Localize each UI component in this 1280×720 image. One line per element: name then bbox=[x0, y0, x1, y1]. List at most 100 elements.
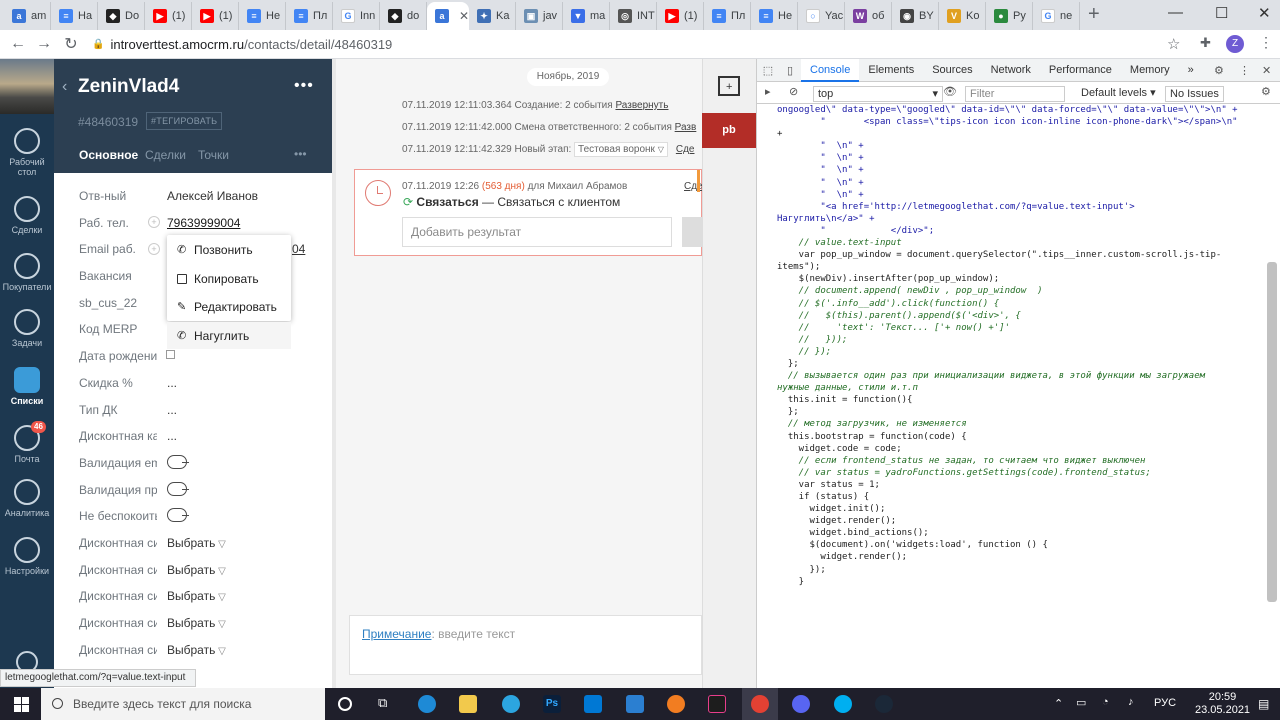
clear-console-icon[interactable]: ⊘ bbox=[789, 85, 798, 98]
devtools-tab-console[interactable]: Console bbox=[801, 58, 860, 82]
skype-icon[interactable] bbox=[834, 695, 852, 713]
phpstorm-icon[interactable] bbox=[708, 695, 726, 713]
steam-icon[interactable] bbox=[875, 695, 893, 713]
device-toggle-icon[interactable]: ▯ bbox=[779, 64, 801, 77]
expand-link[interactable]: Разв bbox=[675, 122, 697, 133]
sidebar-toggle-icon[interactable]: ▸ bbox=[765, 85, 771, 98]
browser-menu-icon[interactable]: ⋮ bbox=[1259, 34, 1273, 51]
add-phone-icon[interactable]: + bbox=[148, 216, 160, 228]
field-select[interactable]: Выбрать ▽ bbox=[167, 643, 226, 657]
field-select[interactable]: Выбрать ▽ bbox=[167, 616, 226, 630]
maximize-button[interactable]: ☐ bbox=[1215, 4, 1228, 22]
eye-icon[interactable]: 👁 bbox=[943, 85, 957, 98]
menu-item-call[interactable]: ✆ Позвонить bbox=[177, 243, 253, 257]
forward-arrow-icon[interactable]: → bbox=[30, 35, 58, 53]
bookmark-star-icon[interactable]: ☆ bbox=[1167, 35, 1180, 53]
note-type-link[interactable]: Примечание bbox=[362, 627, 431, 641]
browser-tab[interactable]: ≡ Пл bbox=[286, 2, 333, 30]
task-result-input[interactable]: Добавить результат bbox=[402, 217, 672, 247]
field-value[interactable]: ... bbox=[167, 403, 177, 417]
tab-points[interactable]: Точки bbox=[198, 148, 229, 162]
taskbar-search-box[interactable]: Введите здесь текст для поиска bbox=[41, 688, 325, 720]
browser-tab[interactable]: ▶ (1) bbox=[192, 2, 239, 30]
devtools-tab-performance[interactable]: Performance bbox=[1040, 59, 1121, 82]
browser-tab[interactable]: ◆ do bbox=[380, 2, 427, 30]
close-window-button[interactable]: ✕ bbox=[1258, 4, 1271, 22]
context-select[interactable]: top ▾ bbox=[813, 86, 943, 102]
browser-tab[interactable]: ▣ jav bbox=[516, 2, 563, 30]
console-settings-icon[interactable]: ⚙ bbox=[1261, 85, 1271, 98]
levels-select[interactable]: Default levels ▾ bbox=[1081, 86, 1156, 99]
email-value-partial[interactable]: 04 bbox=[292, 242, 305, 256]
devtools-tab-[interactable]: » bbox=[1179, 59, 1203, 82]
browser-tab[interactable]: ≡ Пл bbox=[704, 2, 751, 30]
language-indicator[interactable]: РУС bbox=[1154, 697, 1176, 709]
browser-tab[interactable]: ○ Yac bbox=[798, 2, 845, 30]
devtools-tab-network[interactable]: Network bbox=[982, 59, 1040, 82]
field-select[interactable]: Выбрать ▽ bbox=[167, 536, 226, 550]
toggle-switch[interactable] bbox=[167, 508, 189, 522]
inspect-icon[interactable]: ⬚ bbox=[757, 64, 779, 77]
nav-item-customers[interactable]: Покупатели bbox=[0, 253, 54, 292]
minimize-button[interactable]: — bbox=[1168, 4, 1183, 21]
field-value[interactable]: ... bbox=[167, 429, 177, 443]
console-source[interactable]: ongoogled\" data-type=\"googled\" data-i… bbox=[777, 104, 1267, 688]
browser-tab[interactable]: Gne bbox=[1033, 2, 1080, 30]
field-value[interactable]: Алексей Иванов bbox=[167, 189, 258, 203]
nav-item-dashboard[interactable]: Рабочий стол bbox=[0, 128, 54, 177]
field-select[interactable]: Выбрать ▽ bbox=[167, 589, 226, 603]
note-composer[interactable]: Примечание: введите текст bbox=[349, 615, 702, 675]
feed-scrollbar[interactable] bbox=[332, 59, 336, 688]
tabs-more-icon[interactable]: ••• bbox=[294, 147, 307, 161]
telegram-icon[interactable] bbox=[502, 695, 520, 713]
add-email-icon[interactable]: + bbox=[148, 243, 160, 255]
browser-tab[interactable]: G Inn bbox=[333, 2, 380, 30]
browser-tab[interactable]: ▶ (1) bbox=[145, 2, 192, 30]
reload-icon[interactable]: ↻ bbox=[57, 34, 85, 54]
browser-tab[interactable]: ◆ Do bbox=[98, 2, 145, 30]
network-icon[interactable]: ▭ bbox=[1076, 696, 1086, 709]
notifications-icon[interactable]: ▤ bbox=[1258, 697, 1269, 711]
devtools-close-icon[interactable]: ✕ bbox=[1262, 64, 1271, 77]
issues-button[interactable]: No Issues bbox=[1165, 86, 1224, 102]
deal-link[interactable]: Сде bbox=[676, 144, 695, 155]
nav-item-mail[interactable]: 46 Почта bbox=[0, 421, 54, 464]
widget-panel-icon[interactable]: + bbox=[718, 76, 740, 96]
taskbar-clock[interactable]: 20:59 23.05.2021 bbox=[1195, 691, 1250, 717]
pipeline-select[interactable]: Тестовая воронк ▽ bbox=[574, 142, 668, 157]
browser-tab[interactable]: ● Py bbox=[986, 2, 1033, 30]
devtools-tab-sources[interactable]: Sources bbox=[923, 59, 981, 82]
mail-icon[interactable] bbox=[626, 695, 644, 713]
field-value[interactable]: ... bbox=[167, 376, 177, 390]
back-arrow-icon[interactable]: ← bbox=[4, 35, 32, 53]
browser-tab[interactable]: V Ko bbox=[939, 2, 986, 30]
pb-widget-icon[interactable]: pb bbox=[702, 113, 756, 148]
devtools-menu-icon[interactable]: ⋮ bbox=[1239, 64, 1250, 77]
tab-close-icon[interactable]: ✕ bbox=[459, 9, 469, 23]
nav-item-settings[interactable]: Настройки bbox=[0, 537, 54, 576]
contact-more-menu-icon[interactable]: ••• bbox=[294, 77, 314, 95]
browser-tab[interactable]: ≡ He bbox=[751, 2, 798, 30]
wifi-icon[interactable]: ◔ bbox=[1102, 696, 1109, 708]
contact-name[interactable]: ZeninVlad4 bbox=[78, 76, 179, 98]
devtools-tab-elements[interactable]: Elements bbox=[859, 59, 923, 82]
field-select[interactable]: Выбрать ▽ bbox=[167, 563, 226, 577]
photoshop-icon[interactable]: Ps bbox=[543, 695, 561, 713]
nav-item-analytics[interactable]: Аналитика bbox=[0, 479, 54, 518]
browser-tab[interactable]: ▼ ma bbox=[563, 2, 610, 30]
nav-item-dollar[interactable]: Сделки bbox=[0, 196, 54, 235]
expand-link[interactable]: Развернуть bbox=[615, 100, 668, 111]
task-view-icon[interactable]: ⧉ bbox=[378, 695, 396, 713]
nav-item-lists[interactable]: Списки bbox=[0, 367, 54, 406]
profile-avatar[interactable]: Z bbox=[1226, 35, 1244, 53]
tag-button[interactable]: #ТЕГИРОВАТЬ bbox=[146, 112, 223, 130]
browser-tab[interactable]: ◉ BY bbox=[892, 2, 939, 30]
new-tab-button[interactable]: + bbox=[1088, 3, 1100, 26]
devtools-scrollbar[interactable] bbox=[1267, 262, 1277, 602]
phone-value-link[interactable]: 79639999004 bbox=[167, 216, 240, 230]
menu-item-edit[interactable]: ✎ Редактировать bbox=[177, 300, 277, 314]
tab-main[interactable]: Основное bbox=[79, 148, 138, 162]
back-chevron-icon[interactable]: ‹ bbox=[62, 78, 67, 96]
address-bar[interactable]: 🔒 introverttest.amocrm.ru/contacts/detai… bbox=[92, 33, 1192, 56]
extensions-icon[interactable]: ✚ bbox=[1200, 35, 1211, 51]
